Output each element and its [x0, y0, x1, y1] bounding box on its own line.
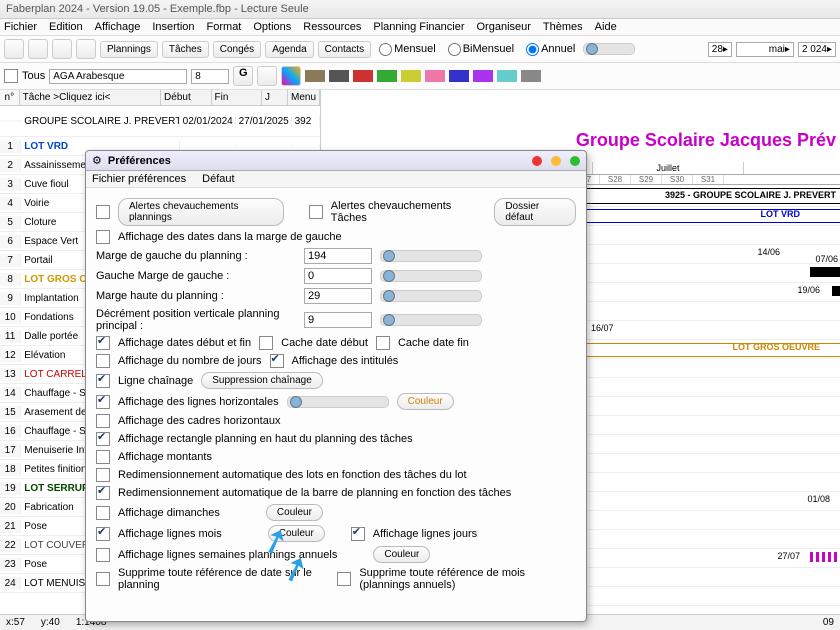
chk-aff-dates[interactable]	[96, 230, 110, 244]
input-decrem[interactable]: 9	[304, 312, 372, 328]
chk-ligne-ch[interactable]	[96, 374, 110, 388]
menu-format[interactable]: Format	[207, 21, 242, 33]
slider-decrem[interactable]	[380, 314, 482, 326]
chk-alert-tache[interactable]	[309, 205, 323, 219]
chk-tous[interactable]	[4, 69, 18, 83]
italic-icon[interactable]	[257, 66, 277, 86]
chk-lignes-mois[interactable]	[96, 527, 110, 541]
close-icon[interactable]	[532, 156, 542, 166]
btn-couleur-lh[interactable]: Couleur	[397, 393, 454, 410]
slider-gauche-m[interactable]	[380, 270, 482, 282]
col-tache[interactable]: Tâche >Cliquez ici<	[20, 90, 161, 105]
menu-insertion[interactable]: Insertion	[152, 21, 194, 33]
btn-suppr-ch[interactable]: Suppression chaînage	[201, 372, 323, 389]
btn-couleur-sem[interactable]: Couleur	[373, 546, 430, 563]
chk-cache-fin[interactable]	[376, 336, 390, 350]
folder-icon[interactable]	[4, 39, 24, 59]
save-icon[interactable]	[28, 39, 48, 59]
menu-options[interactable]: Options	[253, 21, 291, 33]
swatch[interactable]	[497, 70, 517, 82]
chk-lignes-jours[interactable]	[351, 527, 365, 541]
tab-plannings[interactable]: Plannings	[100, 41, 158, 58]
swatch[interactable]	[305, 70, 325, 82]
chk-ch[interactable]	[96, 414, 110, 428]
gear-icon: ⚙	[92, 154, 102, 167]
menu-ressources[interactable]: Ressources	[303, 21, 361, 33]
minimize-icon[interactable]	[551, 156, 561, 166]
delete-icon[interactable]	[52, 39, 72, 59]
palette-icon[interactable]	[281, 66, 301, 86]
date-day[interactable]: 28▸	[708, 42, 732, 57]
menu-financier[interactable]: Planning Financier	[373, 21, 464, 33]
btn-couleur-dim[interactable]: Couleur	[266, 504, 323, 521]
menu-file-pref[interactable]: Fichier préférences	[92, 173, 186, 185]
toolbar-main: Plannings Tâches Congés Agenda Contacts …	[0, 36, 840, 63]
chk-lignes-sem[interactable]	[96, 548, 110, 562]
slider-marge-h[interactable]	[380, 290, 482, 302]
swatch[interactable]	[353, 70, 373, 82]
menu-themes[interactable]: Thèmes	[543, 21, 583, 33]
swatch[interactable]	[401, 70, 421, 82]
swatch[interactable]	[329, 70, 349, 82]
chk-nb-jours[interactable]	[96, 354, 110, 368]
swatch[interactable]	[425, 70, 445, 82]
table-row[interactable]: GROUPE SCOLAIRE J. PREVERT02/01/202427/0…	[0, 106, 320, 137]
chk-redim2[interactable]	[96, 486, 110, 500]
swatch[interactable]	[449, 70, 469, 82]
radio-bimensuel[interactable]	[448, 43, 461, 56]
menu-bar: Fichier Edition Affichage Insertion Format Op…	[0, 19, 840, 36]
zoom-slider[interactable]	[583, 43, 635, 55]
menu-defaut[interactable]: Défaut	[202, 173, 234, 185]
slider-lh[interactable]	[287, 396, 389, 408]
tab-conges[interactable]: Congés	[213, 41, 261, 58]
tab-agenda[interactable]: Agenda	[265, 41, 313, 58]
input-marge-h[interactable]: 29	[304, 288, 372, 304]
input-marge-g[interactable]: 194	[304, 248, 372, 264]
maximize-icon[interactable]	[570, 156, 580, 166]
date-month[interactable]: mai▸	[736, 42, 794, 57]
input-gauche-m[interactable]: 0	[304, 268, 372, 284]
chk-suppr-ref[interactable]	[96, 572, 110, 586]
btn-alert-plan[interactable]: Alertes chevauchements plannings	[118, 198, 284, 226]
menu-organiseur[interactable]: Organiseur	[477, 21, 531, 33]
btn-couleur-mois[interactable]: Couleur	[268, 525, 325, 542]
toolbar-format: Tous AGA Arabesque 8 G	[0, 63, 840, 90]
swatch[interactable]	[377, 70, 397, 82]
slider-marge-g[interactable]	[380, 250, 482, 262]
date-year[interactable]: 2 024▸	[798, 42, 836, 57]
swatch[interactable]	[473, 70, 493, 82]
radio-mensuel[interactable]	[379, 43, 392, 56]
swatch[interactable]	[521, 70, 541, 82]
menu-affichage[interactable]: Affichage	[95, 21, 141, 33]
bold-icon[interactable]: G	[233, 66, 253, 86]
tab-taches[interactable]: Tâches	[162, 41, 209, 58]
chk-intitules[interactable]	[270, 354, 284, 368]
chk-rect[interactable]	[96, 432, 110, 446]
preferences-dialog: ⚙ Préférences Fichier préférences Défaut A…	[85, 150, 587, 622]
chk-redim1[interactable]	[96, 468, 110, 482]
chk-dimanches[interactable]	[96, 506, 110, 520]
chk-montants[interactable]	[96, 450, 110, 464]
chk-cache-deb[interactable]	[259, 336, 273, 350]
project-title: Groupe Scolaire Jacques Prév	[576, 130, 836, 151]
font-combo[interactable]: AGA Arabesque	[49, 69, 187, 84]
menu-edition[interactable]: Edition	[49, 21, 83, 33]
title-bar: Faberplan 2024 - Version 19.05 - Exemple…	[0, 0, 840, 19]
chk-deb-fin[interactable]	[96, 336, 110, 350]
print-icon[interactable]	[76, 39, 96, 59]
tab-contacts[interactable]: Contacts	[318, 41, 371, 58]
menu-aide[interactable]: Aide	[595, 21, 617, 33]
chk-alert-plan[interactable]	[96, 205, 110, 219]
menu-fichier[interactable]: Fichier	[4, 21, 37, 33]
chk-lh[interactable]	[96, 395, 110, 409]
radio-annuel[interactable]	[526, 43, 539, 56]
btn-dossier[interactable]: Dossier défaut	[494, 198, 576, 226]
font-size[interactable]: 8	[191, 69, 229, 84]
chk-suppr-ref-mois[interactable]	[337, 572, 351, 586]
dialog-title: Préférences	[108, 155, 171, 167]
